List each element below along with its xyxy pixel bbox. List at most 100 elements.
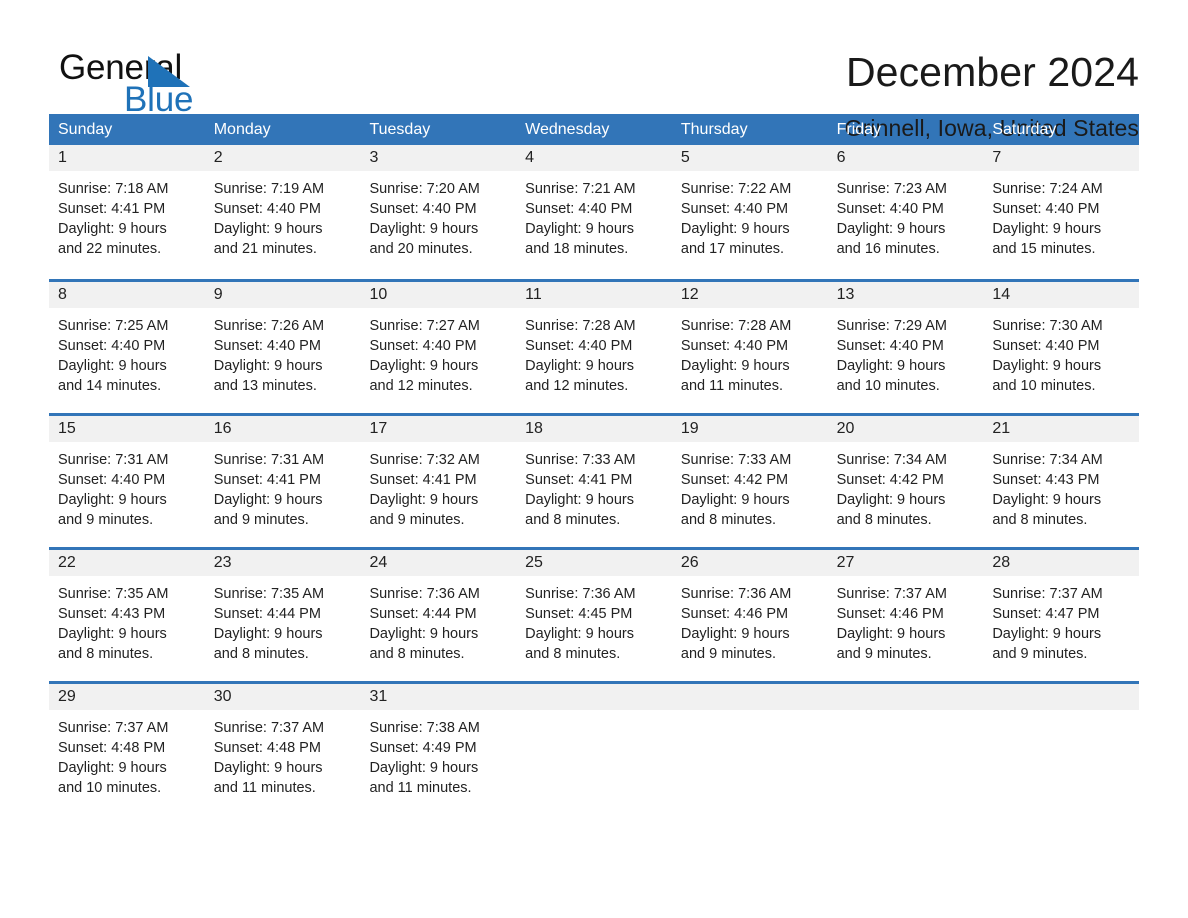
day-cell-12[interactable]: 12 Sunrise: 7:28 AM Sunset: 4:40 PM Dayligh… (671, 282, 828, 413)
daylight-text-line1: Daylight: 9 hours (992, 221, 1102, 237)
day-details: Sunrise: 7:21 AM Sunset: 4:40 PM Daylight:… (516, 171, 672, 259)
daylight-text-line1: Daylight: 9 hours (369, 221, 479, 237)
day-cell-22[interactable]: 22 Sunrise: 7:35 AM Sunset: 4:43 PM Dayligh… (49, 550, 205, 681)
day-details: Sunrise: 7:25 AM Sunset: 4:40 PM Daylight:… (49, 308, 205, 396)
daylight-text-line2: and 10 minutes. (992, 378, 1096, 394)
sunset-text: Sunset: 4:42 PM (680, 472, 789, 488)
sunrise-text: Sunrise: 7:23 AM (836, 181, 948, 197)
day-cell-29[interactable]: 29 Sunrise: 7:37 AM Sunset: 4:48 PM Dayligh… (49, 684, 205, 815)
day-cell-25[interactable]: 25 Sunrise: 7:36 AM Sunset: 4:45 PM Dayligh… (516, 550, 672, 681)
daylight-text-line2: and 8 minutes. (369, 646, 465, 662)
day-cell-23[interactable]: 23 Sunrise: 7:35 AM Sunset: 4:44 PM Dayligh… (204, 550, 361, 681)
day-cell-7[interactable]: 7 Sunrise: 7:24 AM Sunset: 4:40 PM Daylight… (983, 145, 1140, 279)
daylight-text-line1: Daylight: 9 hours (836, 626, 946, 642)
day-number: 31 (360, 684, 517, 710)
sunset-text: Sunset: 4:40 PM (680, 338, 789, 354)
sunset-text: Sunset: 4:40 PM (836, 338, 944, 354)
day-cell-2[interactable]: 2 Sunrise: 7:19 AM Sunset: 4:40 PM Daylight… (204, 145, 361, 279)
sunrise-text: Sunrise: 7:36 AM (369, 586, 480, 602)
sunset-text: Sunset: 4:41 PM (369, 472, 477, 488)
daylight-text-line1: Daylight: 9 hours (369, 358, 479, 374)
day-cell-6[interactable]: 6 Sunrise: 7:23 AM Sunset: 4:40 PM Daylight… (827, 145, 984, 279)
day-number: 7 (983, 145, 1140, 171)
sunrise-text: Sunrise: 7:27 AM (369, 318, 480, 334)
day-details: Sunrise: 7:22 AM Sunset: 4:40 PM Daylight:… (672, 171, 828, 259)
day-details: Sunrise: 7:18 AM Sunset: 4:41 PM Daylight:… (49, 171, 205, 259)
day-details: Sunrise: 7:37 AM Sunset: 4:48 PM Daylight:… (49, 710, 205, 798)
day-cell-21[interactable]: 21 Sunrise: 7:34 AM Sunset: 4:43 PM Dayligh… (983, 416, 1140, 547)
weekday-header-thursday: Thursday (680, 121, 748, 138)
calendar-week-row: 8 Sunrise: 7:25 AM Sunset: 4:40 PM Daylight… (49, 279, 1140, 413)
day-details: Sunrise: 7:37 AM Sunset: 4:47 PM Daylight:… (983, 576, 1139, 664)
daylight-text-line2: and 21 minutes. (213, 241, 317, 257)
page-title: December 2024 (845, 49, 1139, 95)
day-number: 20 (827, 416, 984, 442)
daylight-text-line1: Daylight: 9 hours (58, 626, 167, 642)
day-cell-31[interactable]: 31 Sunrise: 7:38 AM Sunset: 4:49 PM Dayligh… (360, 684, 517, 815)
calendar-week-row: 1 Sunrise: 7:18 AM Sunset: 4:41 PM Daylight… (49, 145, 1140, 279)
day-cell-5[interactable]: 5 Sunrise: 7:22 AM Sunset: 4:40 PM Daylight… (671, 145, 828, 279)
daylight-text-line1: Daylight: 9 hours (369, 626, 479, 642)
day-details: Sunrise: 7:34 AM Sunset: 4:43 PM Daylight:… (983, 442, 1139, 530)
day-details: Sunrise: 7:28 AM Sunset: 4:40 PM Daylight:… (516, 308, 672, 396)
day-cell-1[interactable]: 1 Sunrise: 7:18 AM Sunset: 4:41 PM Daylight… (49, 145, 205, 279)
day-cell-27[interactable]: 27 Sunrise: 7:37 AM Sunset: 4:46 PM Dayligh… (827, 550, 984, 681)
day-details: Sunrise: 7:36 AM Sunset: 4:45 PM Daylight:… (516, 576, 672, 664)
day-cell-26[interactable]: 26 Sunrise: 7:36 AM Sunset: 4:46 PM Dayligh… (671, 550, 828, 681)
day-details: Sunrise: 7:37 AM Sunset: 4:48 PM Daylight:… (205, 710, 361, 798)
day-cell-28[interactable]: 28 Sunrise: 7:37 AM Sunset: 4:47 PM Dayligh… (983, 550, 1140, 681)
day-cell-13[interactable]: 13 Sunrise: 7:29 AM Sunset: 4:40 PM Dayligh… (827, 282, 984, 413)
sunrise-text: Sunrise: 7:37 AM (992, 586, 1103, 602)
daylight-text-line2: and 9 minutes. (213, 512, 309, 528)
sunset-text: Sunset: 4:45 PM (525, 606, 633, 622)
day-cell-11[interactable]: 11 Sunrise: 7:28 AM Sunset: 4:40 PM Dayligh… (516, 282, 672, 413)
day-details: Sunrise: 7:36 AM Sunset: 4:46 PM Daylight:… (672, 576, 828, 664)
day-details: Sunrise: 7:35 AM Sunset: 4:44 PM Daylight:… (205, 576, 361, 664)
daylight-text-line1: Daylight: 9 hours (213, 626, 323, 642)
daylight-text-line1: Daylight: 9 hours (213, 760, 323, 776)
day-number: 12 (671, 282, 828, 308)
day-number: 8 (49, 282, 205, 308)
day-cell-17[interactable]: 17 Sunrise: 7:32 AM Sunset: 4:41 PM Dayligh… (360, 416, 517, 547)
day-cell-19[interactable]: 19 Sunrise: 7:33 AM Sunset: 4:42 PM Dayligh… (671, 416, 828, 547)
sunrise-text: Sunrise: 7:28 AM (525, 318, 636, 334)
daylight-text-line1: Daylight: 9 hours (836, 221, 946, 237)
daylight-text-line1: Daylight: 9 hours (213, 221, 323, 237)
day-cell-9[interactable]: 9 Sunrise: 7:26 AM Sunset: 4:40 PM Daylight… (204, 282, 361, 413)
day-details: Sunrise: 7:19 AM Sunset: 4:40 PM Daylight:… (205, 171, 361, 259)
daylight-text-line1: Daylight: 9 hours (525, 221, 634, 237)
sunset-text: Sunset: 4:43 PM (58, 606, 166, 622)
day-cell-3[interactable]: 3 Sunrise: 7:20 AM Sunset: 4:40 PM Daylight… (360, 145, 517, 279)
daylight-text-line2: and 9 minutes. (369, 512, 465, 528)
day-cell-10[interactable]: 10 Sunrise: 7:27 AM Sunset: 4:40 PM Dayligh… (360, 282, 517, 413)
daylight-text-line2: and 10 minutes. (836, 378, 940, 394)
sunset-text: Sunset: 4:41 PM (58, 201, 166, 217)
sunrise-text: Sunrise: 7:29 AM (836, 318, 948, 334)
sunset-text: Sunset: 4:40 PM (525, 201, 633, 217)
day-details: Sunrise: 7:27 AM Sunset: 4:40 PM Daylight:… (360, 308, 516, 396)
day-cell-20[interactable]: 20 Sunrise: 7:34 AM Sunset: 4:42 PM Dayligh… (827, 416, 984, 547)
day-cell-14[interactable]: 14 Sunrise: 7:30 AM Sunset: 4:40 PM Dayligh… (983, 282, 1140, 413)
day-number: 9 (204, 282, 361, 308)
daylight-text-line2: and 12 minutes. (525, 378, 629, 394)
sunset-text: Sunset: 4:42 PM (836, 472, 944, 488)
day-cell-24[interactable]: 24 Sunrise: 7:36 AM Sunset: 4:44 PM Dayligh… (360, 550, 517, 681)
sunrise-text: Sunrise: 7:21 AM (525, 181, 636, 197)
general-blue-logo[interactable]: General Blue (49, 48, 239, 120)
day-cell-4[interactable]: 4 Sunrise: 7:21 AM Sunset: 4:40 PM Daylight… (516, 145, 672, 279)
day-cell-16[interactable]: 16 Sunrise: 7:31 AM Sunset: 4:41 PM Dayligh… (204, 416, 361, 547)
sunrise-text: Sunrise: 7:30 AM (992, 318, 1103, 334)
day-cell-18[interactable]: 18 Sunrise: 7:33 AM Sunset: 4:41 PM Dayligh… (516, 416, 672, 547)
sunrise-text: Sunrise: 7:28 AM (680, 318, 792, 334)
sunrise-text: Sunrise: 7:18 AM (58, 181, 169, 197)
day-number: 23 (204, 550, 361, 576)
day-cell-30[interactable]: 30 Sunrise: 7:37 AM Sunset: 4:48 PM Dayligh… (204, 684, 361, 815)
sunset-text: Sunset: 4:46 PM (836, 606, 944, 622)
day-cell-8[interactable]: 8 Sunrise: 7:25 AM Sunset: 4:40 PM Daylight… (49, 282, 205, 413)
day-cell-15[interactable]: 15 Sunrise: 7:31 AM Sunset: 4:40 PM Dayligh… (49, 416, 205, 547)
sunset-text: Sunset: 4:48 PM (213, 740, 321, 756)
daylight-text-line1: Daylight: 9 hours (369, 760, 479, 776)
sunset-text: Sunset: 4:40 PM (836, 201, 944, 217)
sunrise-text: Sunrise: 7:35 AM (58, 586, 169, 602)
sunrise-text: Sunrise: 7:37 AM (58, 720, 169, 736)
